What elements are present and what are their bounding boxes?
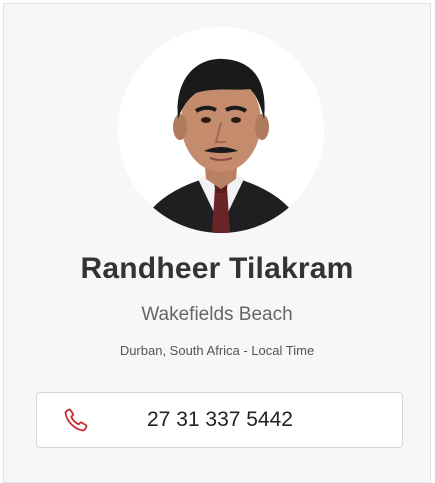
phone-number: 27 31 337 5442 [147, 408, 293, 431]
avatar [118, 27, 324, 233]
phone-button[interactable]: 27 31 337 5442 [36, 392, 403, 448]
local-time-label: Durban, South Africa - Local Time [119, 343, 315, 358]
agent-name: Randheer Tilakram [80, 252, 354, 285]
agent-card: Randheer Tilakram Wakefields Beach Durba… [3, 3, 431, 483]
phone-icon [64, 408, 88, 432]
avatar-photo [118, 27, 324, 233]
agent-location: Wakefields Beach [141, 304, 293, 325]
